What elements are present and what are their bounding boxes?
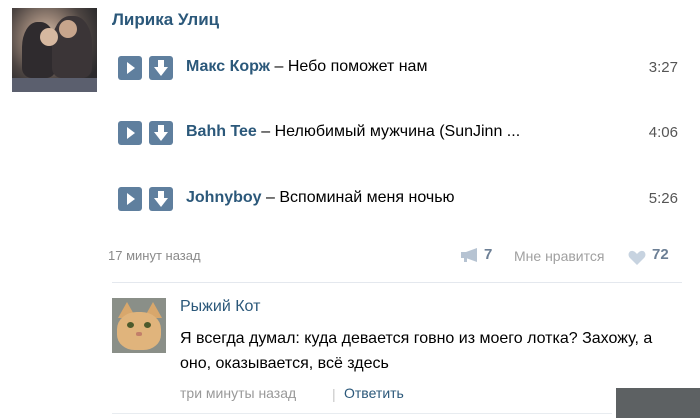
like-label[interactable]: Мне нравится [514,248,604,264]
post-author-name[interactable]: Лирика Улиц [112,10,219,30]
divider [112,413,612,414]
track-separator: – [256,123,275,140]
comment-time[interactable]: три минуты назад [180,385,296,401]
download-icon [154,60,168,76]
play-icon [127,127,135,139]
reply-link[interactable]: Ответить [344,385,404,401]
comment-separator: | [332,386,336,402]
track-song: Вспоминай меня ночью [279,189,455,206]
download-button[interactable] [149,187,173,211]
download-button[interactable] [149,56,173,80]
play-icon [127,193,135,205]
download-icon [154,191,168,207]
track-artist[interactable]: Bahh Tee [186,123,257,140]
track-title: Johnyboy – Вспоминай меня ночью [186,189,455,207]
track-artist[interactable]: Макс Корж [186,58,270,75]
track-separator: – [270,58,288,75]
post-time[interactable]: 17 минут назад [108,248,201,263]
corner-overlay [616,388,700,418]
audio-track: Johnyboy – Вспоминай меня ночью 5:26 [118,187,680,211]
play-button[interactable] [118,121,142,145]
track-title: Bahh Tee – Нелюбимый мужчина (SunJinn ..… [186,123,520,141]
track-song: Небо поможет нам [287,58,428,75]
megaphone-icon [461,248,477,262]
download-icon [154,125,168,141]
audio-track: Макс Корж – Небо поможет нам 3:27 [118,56,680,80]
audio-track: Bahh Tee – Нелюбимый мужчина (SunJinn ..… [118,121,680,145]
track-title: Макс Корж – Небо поможет нам [186,58,427,76]
post-avatar[interactable] [12,8,97,92]
comment-text: Я всегда думал: куда девается говно из м… [180,330,653,372]
track-duration: 4:06 [648,124,678,141]
download-button[interactable] [149,121,173,145]
like-count: 72 [652,246,669,263]
track-separator: – [261,189,280,206]
track-artist[interactable]: Johnyboy [186,189,262,206]
track-song: Нелюбимый мужчина (SunJinn ... [274,123,521,140]
comment-avatar[interactable] [112,298,166,353]
share-count: 7 [484,246,493,263]
divider [112,282,682,283]
track-duration: 5:26 [648,190,678,207]
play-icon [127,62,135,74]
comment-author-name[interactable]: Рыжий Кот [180,298,260,316]
play-button[interactable] [118,187,142,211]
heart-icon[interactable] [628,250,646,266]
play-button[interactable] [118,56,142,80]
track-duration: 3:27 [648,59,678,76]
